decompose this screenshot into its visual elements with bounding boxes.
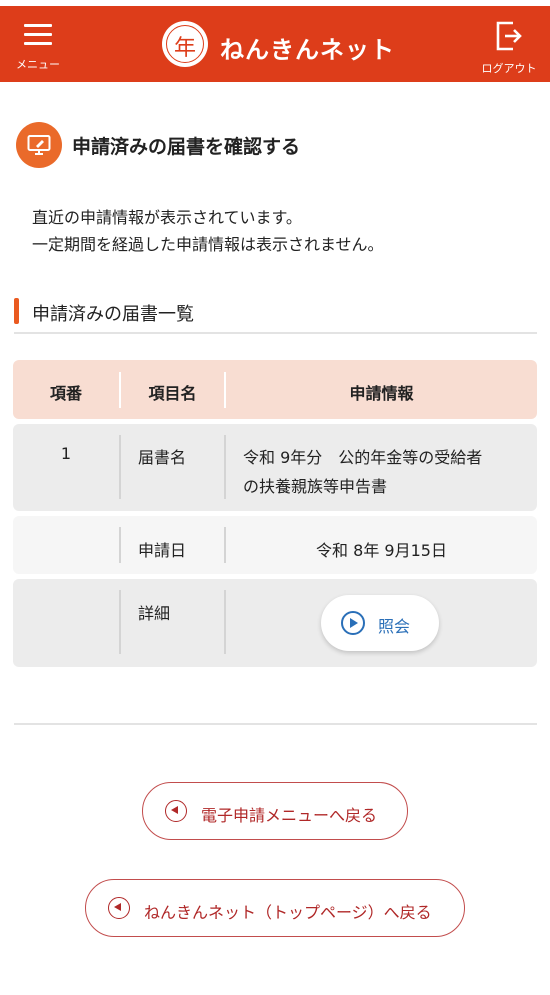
hamburger-icon <box>24 24 52 46</box>
description-line: 一定期間を経過した申請情報は表示されません。 <box>32 235 384 254</box>
menu-button[interactable]: メニュー <box>8 16 68 76</box>
table-row: 申請日 令和 8年 9月15日 <box>13 516 537 574</box>
row-number: 1 <box>60 444 72 463</box>
inquiry-button-label: 照会 <box>378 617 411 636</box>
column-header-item: 項目名 <box>148 384 197 403</box>
app-header: メニュー 年 ねんきんネット ログアウト <box>0 6 550 82</box>
pension-logo-icon: 年 <box>162 21 208 67</box>
section-title: 申請済みの届書一覧 <box>32 304 194 325</box>
table-row: 1 届書名 令和 9年分 公的年金等の受給者 の扶養親族等申告書 <box>13 424 537 511</box>
inquiry-button[interactable]: 照会 <box>321 595 439 651</box>
logout-label: ログアウト <box>481 62 537 75</box>
table-row: 詳細 照会 <box>13 579 537 667</box>
play-circle-icon <box>341 611 365 635</box>
computer-pen-icon <box>16 122 62 168</box>
form-name-value: 令和 9年分 公的年金等の受給者 <box>243 448 483 467</box>
form-name-value: の扶養親族等申告書 <box>243 477 388 496</box>
table-header: 項番 項目名 申請情報 <box>13 360 537 419</box>
logout-button[interactable]: ログアウト <box>476 16 542 76</box>
menu-label: メニュー <box>16 58 60 71</box>
back-to-e-application-menu-button[interactable]: 電子申請メニューへ戻る <box>142 782 408 840</box>
back-button-label: ねんきんネット（トップページ）へ戻る <box>144 903 432 922</box>
divider <box>14 332 537 334</box>
section-accent-bar <box>14 298 19 324</box>
column-header-number: 項番 <box>49 384 82 403</box>
back-button-label: 電子申請メニューへ戻る <box>201 806 378 825</box>
logout-icon <box>496 21 522 51</box>
column-header-info: 申請情報 <box>349 384 414 403</box>
item-name: 申請日 <box>138 541 187 560</box>
site-name: ねんきんネット <box>220 36 395 64</box>
application-date-value: 令和 8年 9月15日 <box>316 541 447 560</box>
description-line: 直近の申請情報が表示されています。 <box>32 208 302 227</box>
divider <box>14 723 537 725</box>
item-name: 届書名 <box>138 448 187 467</box>
back-arrow-icon <box>108 897 130 919</box>
back-arrow-icon <box>165 800 187 822</box>
back-to-top-page-button[interactable]: ねんきんネット（トップページ）へ戻る <box>85 879 465 937</box>
item-name: 詳細 <box>138 604 171 623</box>
page-title: 申請済みの届書を確認する <box>72 136 301 158</box>
